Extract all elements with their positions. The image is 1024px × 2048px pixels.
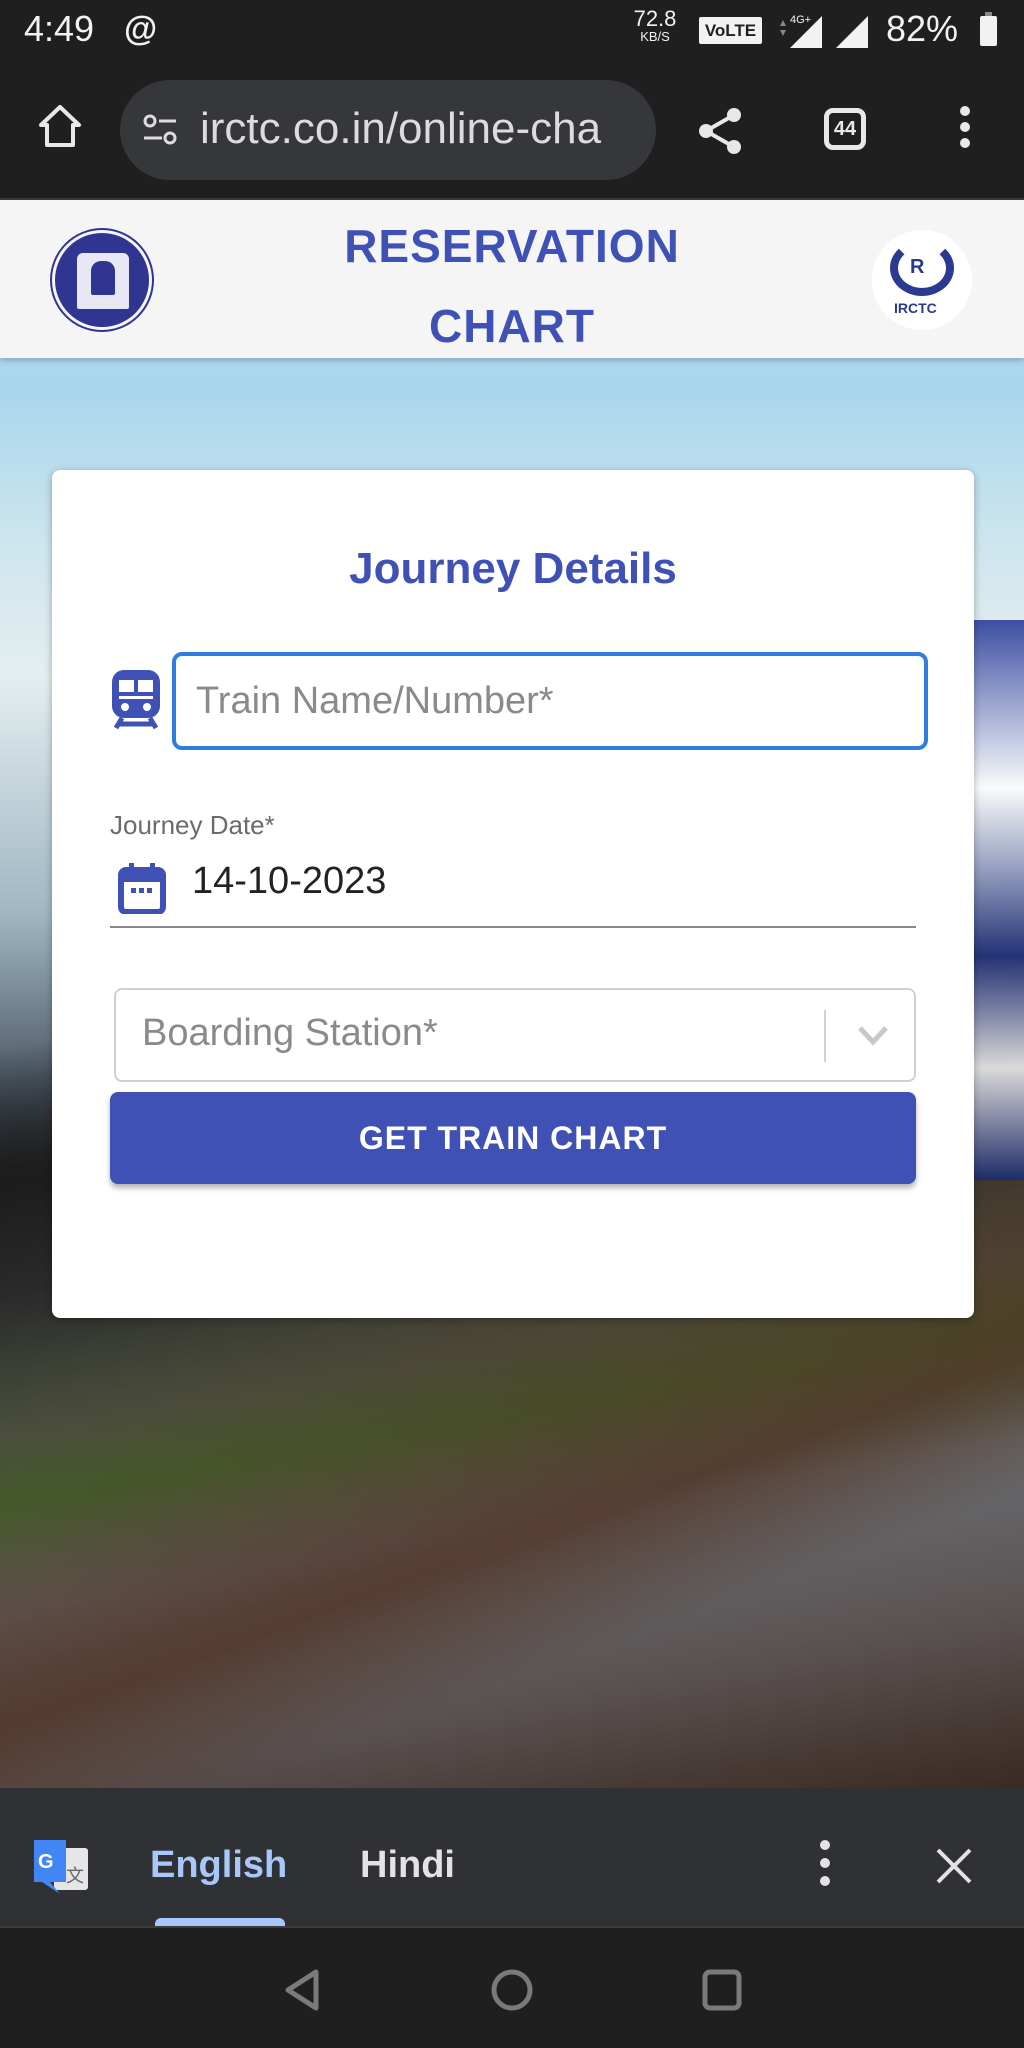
language-tab-hindi[interactable]: Hindi bbox=[360, 1844, 455, 1887]
home-nav-icon[interactable] bbox=[490, 1968, 534, 2012]
share-icon[interactable] bbox=[696, 106, 746, 156]
site-settings-icon[interactable] bbox=[140, 110, 180, 150]
boarding-station-select[interactable]: Boarding Station* bbox=[114, 988, 916, 1082]
battery-percent: 82% bbox=[886, 8, 959, 49]
page-content: RESERVATION CHART R IRCTC Journey Detail… bbox=[0, 200, 1024, 1788]
page-title: RESERVATION CHART bbox=[344, 220, 680, 352]
journey-date-label: Journey Date* bbox=[110, 810, 275, 840]
date-field-underline bbox=[110, 926, 916, 928]
train-icon bbox=[112, 670, 160, 730]
journey-details-card: Journey Details Journey Date* 14-10-2023… bbox=[52, 470, 974, 1318]
close-icon[interactable] bbox=[932, 1844, 976, 1888]
network-speed: 72.8 KB/S bbox=[633, 6, 677, 44]
calendar-icon[interactable] bbox=[118, 862, 166, 914]
back-icon[interactable] bbox=[280, 1968, 324, 2012]
signal-strength-icon bbox=[836, 16, 868, 48]
tabs-button[interactable]: 44 bbox=[824, 108, 866, 150]
card-title: Journey Details bbox=[349, 544, 677, 593]
url-bar[interactable]: irctc.co.in/online-cha bbox=[120, 80, 656, 180]
mobile-signal-icon: 4G+ bbox=[780, 14, 822, 48]
threads-icon: @ bbox=[124, 10, 158, 48]
chevron-down-icon[interactable] bbox=[856, 1020, 890, 1050]
status-time: 4:49 bbox=[24, 8, 95, 49]
status-bar: 4:49 @ 72.8 KB/S VoLTE 4G+ 82% bbox=[0, 0, 1024, 62]
selected-language-indicator bbox=[155, 1918, 285, 1926]
system-nav-bar bbox=[0, 1926, 1024, 2048]
select-separator bbox=[824, 1010, 826, 1062]
svg-text:G: G bbox=[38, 1851, 54, 1873]
more-menu-icon[interactable] bbox=[950, 102, 980, 152]
journey-date-input[interactable]: 14-10-2023 bbox=[192, 860, 386, 903]
battery-icon bbox=[980, 12, 997, 46]
url-text[interactable]: irctc.co.in/online-cha bbox=[200, 104, 640, 154]
recent-apps-icon[interactable] bbox=[700, 1968, 744, 2012]
page-header: RESERVATION CHART R IRCTC bbox=[0, 200, 1024, 358]
translate-more-icon[interactable] bbox=[812, 1836, 838, 1896]
train-name-number-input[interactable] bbox=[172, 652, 928, 750]
browser-toolbar: irctc.co.in/online-cha 44 bbox=[0, 62, 1024, 200]
svg-text:文: 文 bbox=[66, 1866, 84, 1887]
boarding-station-placeholder: Boarding Station* bbox=[142, 1012, 438, 1054]
svg-text:4G+: 4G+ bbox=[790, 14, 811, 26]
volte-badge: VoLTE bbox=[699, 17, 762, 44]
translate-bar: G 文 English Hindi bbox=[0, 1788, 1024, 1926]
indian-railways-logo bbox=[52, 230, 152, 330]
home-icon[interactable] bbox=[36, 102, 84, 150]
language-tab-english[interactable]: English bbox=[150, 1844, 287, 1887]
irctc-logo: R IRCTC bbox=[872, 230, 972, 330]
get-train-chart-button[interactable]: GET TRAIN CHART bbox=[110, 1092, 916, 1184]
google-translate-icon[interactable]: G 文 bbox=[32, 1838, 90, 1898]
